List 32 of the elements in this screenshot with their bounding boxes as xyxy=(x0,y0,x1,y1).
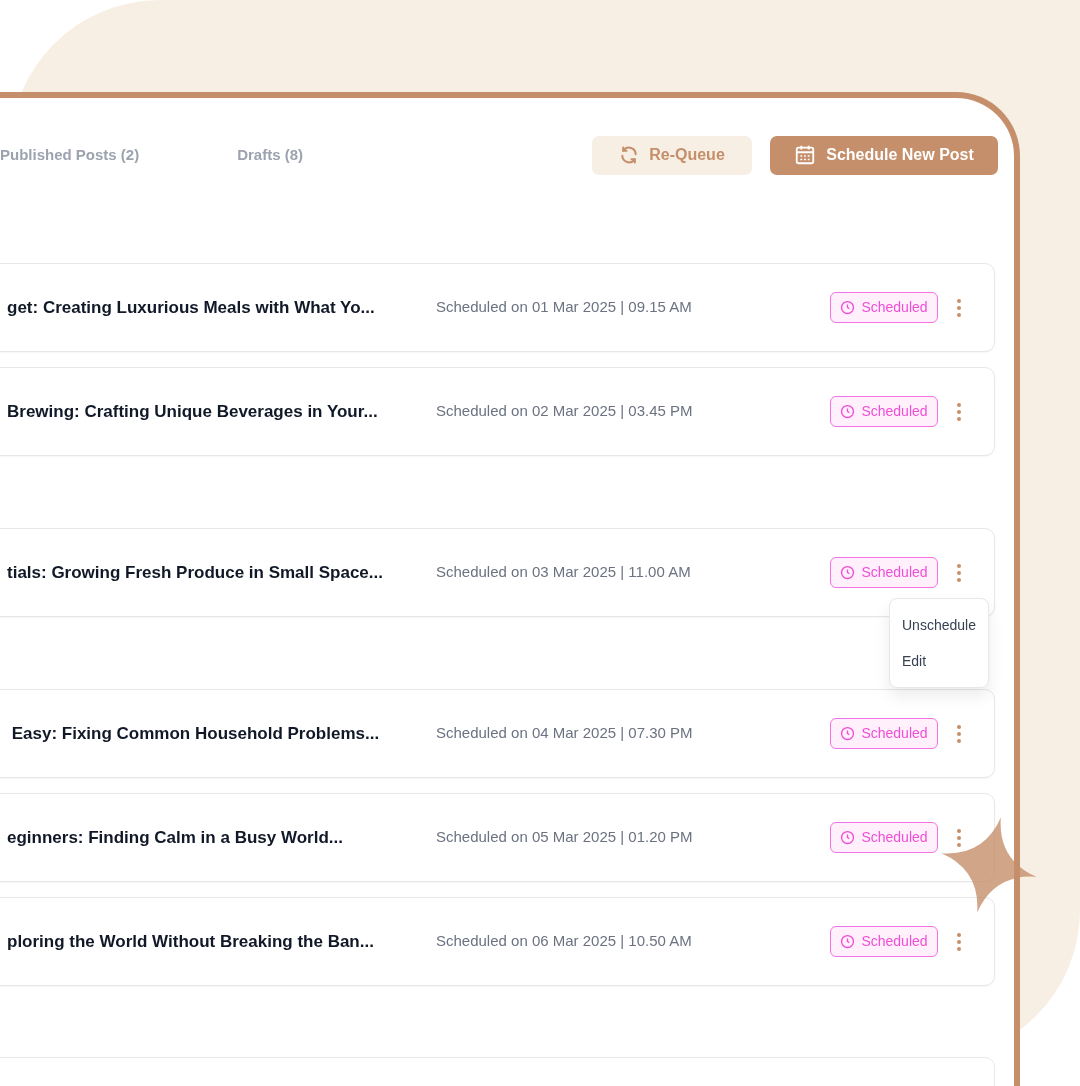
post-title: Brewing: Crafting Unique Beverages in Your... xyxy=(7,400,379,423)
status-badge: Scheduled xyxy=(830,718,938,749)
schedule-date: Scheduled on 02 Mar 2025 | 03.45 PM xyxy=(436,401,694,422)
calendar-icon xyxy=(794,144,817,166)
schedule-date: Scheduled on 05 Mar 2025 | 01.20 PM xyxy=(436,827,694,848)
schedule-button[interactable]: Schedule New Post xyxy=(770,135,998,175)
status-badge: Scheduled xyxy=(830,822,938,853)
schedule-date: Scheduled on 03 Mar 2025 | 11.00 AM xyxy=(436,562,692,583)
status-badge: Scheduled xyxy=(830,292,938,323)
clock-icon xyxy=(840,404,856,419)
status-badge: Scheduled xyxy=(830,557,938,588)
post-title: eginners: Finding Calm in a Busy World... xyxy=(7,826,344,849)
clock-icon xyxy=(840,830,856,845)
clock-icon xyxy=(840,300,856,315)
refresh-icon xyxy=(619,145,640,165)
status-badge: Scheduled xyxy=(830,926,938,957)
tab[interactable]: Drafts (8) xyxy=(237,143,304,167)
tab[interactable]: Published Posts (2) xyxy=(0,143,140,167)
clock-icon xyxy=(840,565,856,580)
post-title: ploring the World Without Breaking the Ban... xyxy=(7,930,375,953)
clock-icon xyxy=(840,934,856,949)
post-title: tials: Growing Fresh Produce in Small Space... xyxy=(7,561,384,584)
schedule-date: Scheduled on 06 Mar 2025 | 10.50 AM xyxy=(436,931,693,952)
post-title: get: Creating Luxurious Meals with What Yo... xyxy=(7,296,376,319)
menu-item[interactable]: Unschedule xyxy=(890,607,988,643)
clock-icon xyxy=(840,726,856,741)
requeue-button[interactable]: Re-Queue xyxy=(592,135,752,175)
schedule-date: Scheduled on 04 Mar 2025 | 07.30 PM xyxy=(436,723,694,744)
schedule-date: Scheduled on 01 Mar 2025 | 09.15 AM xyxy=(436,297,693,318)
status-badge: Scheduled xyxy=(830,396,938,427)
menu-item[interactable]: Edit xyxy=(890,643,988,679)
post-title: Easy: Fixing Common Household Problems... xyxy=(10,722,381,745)
